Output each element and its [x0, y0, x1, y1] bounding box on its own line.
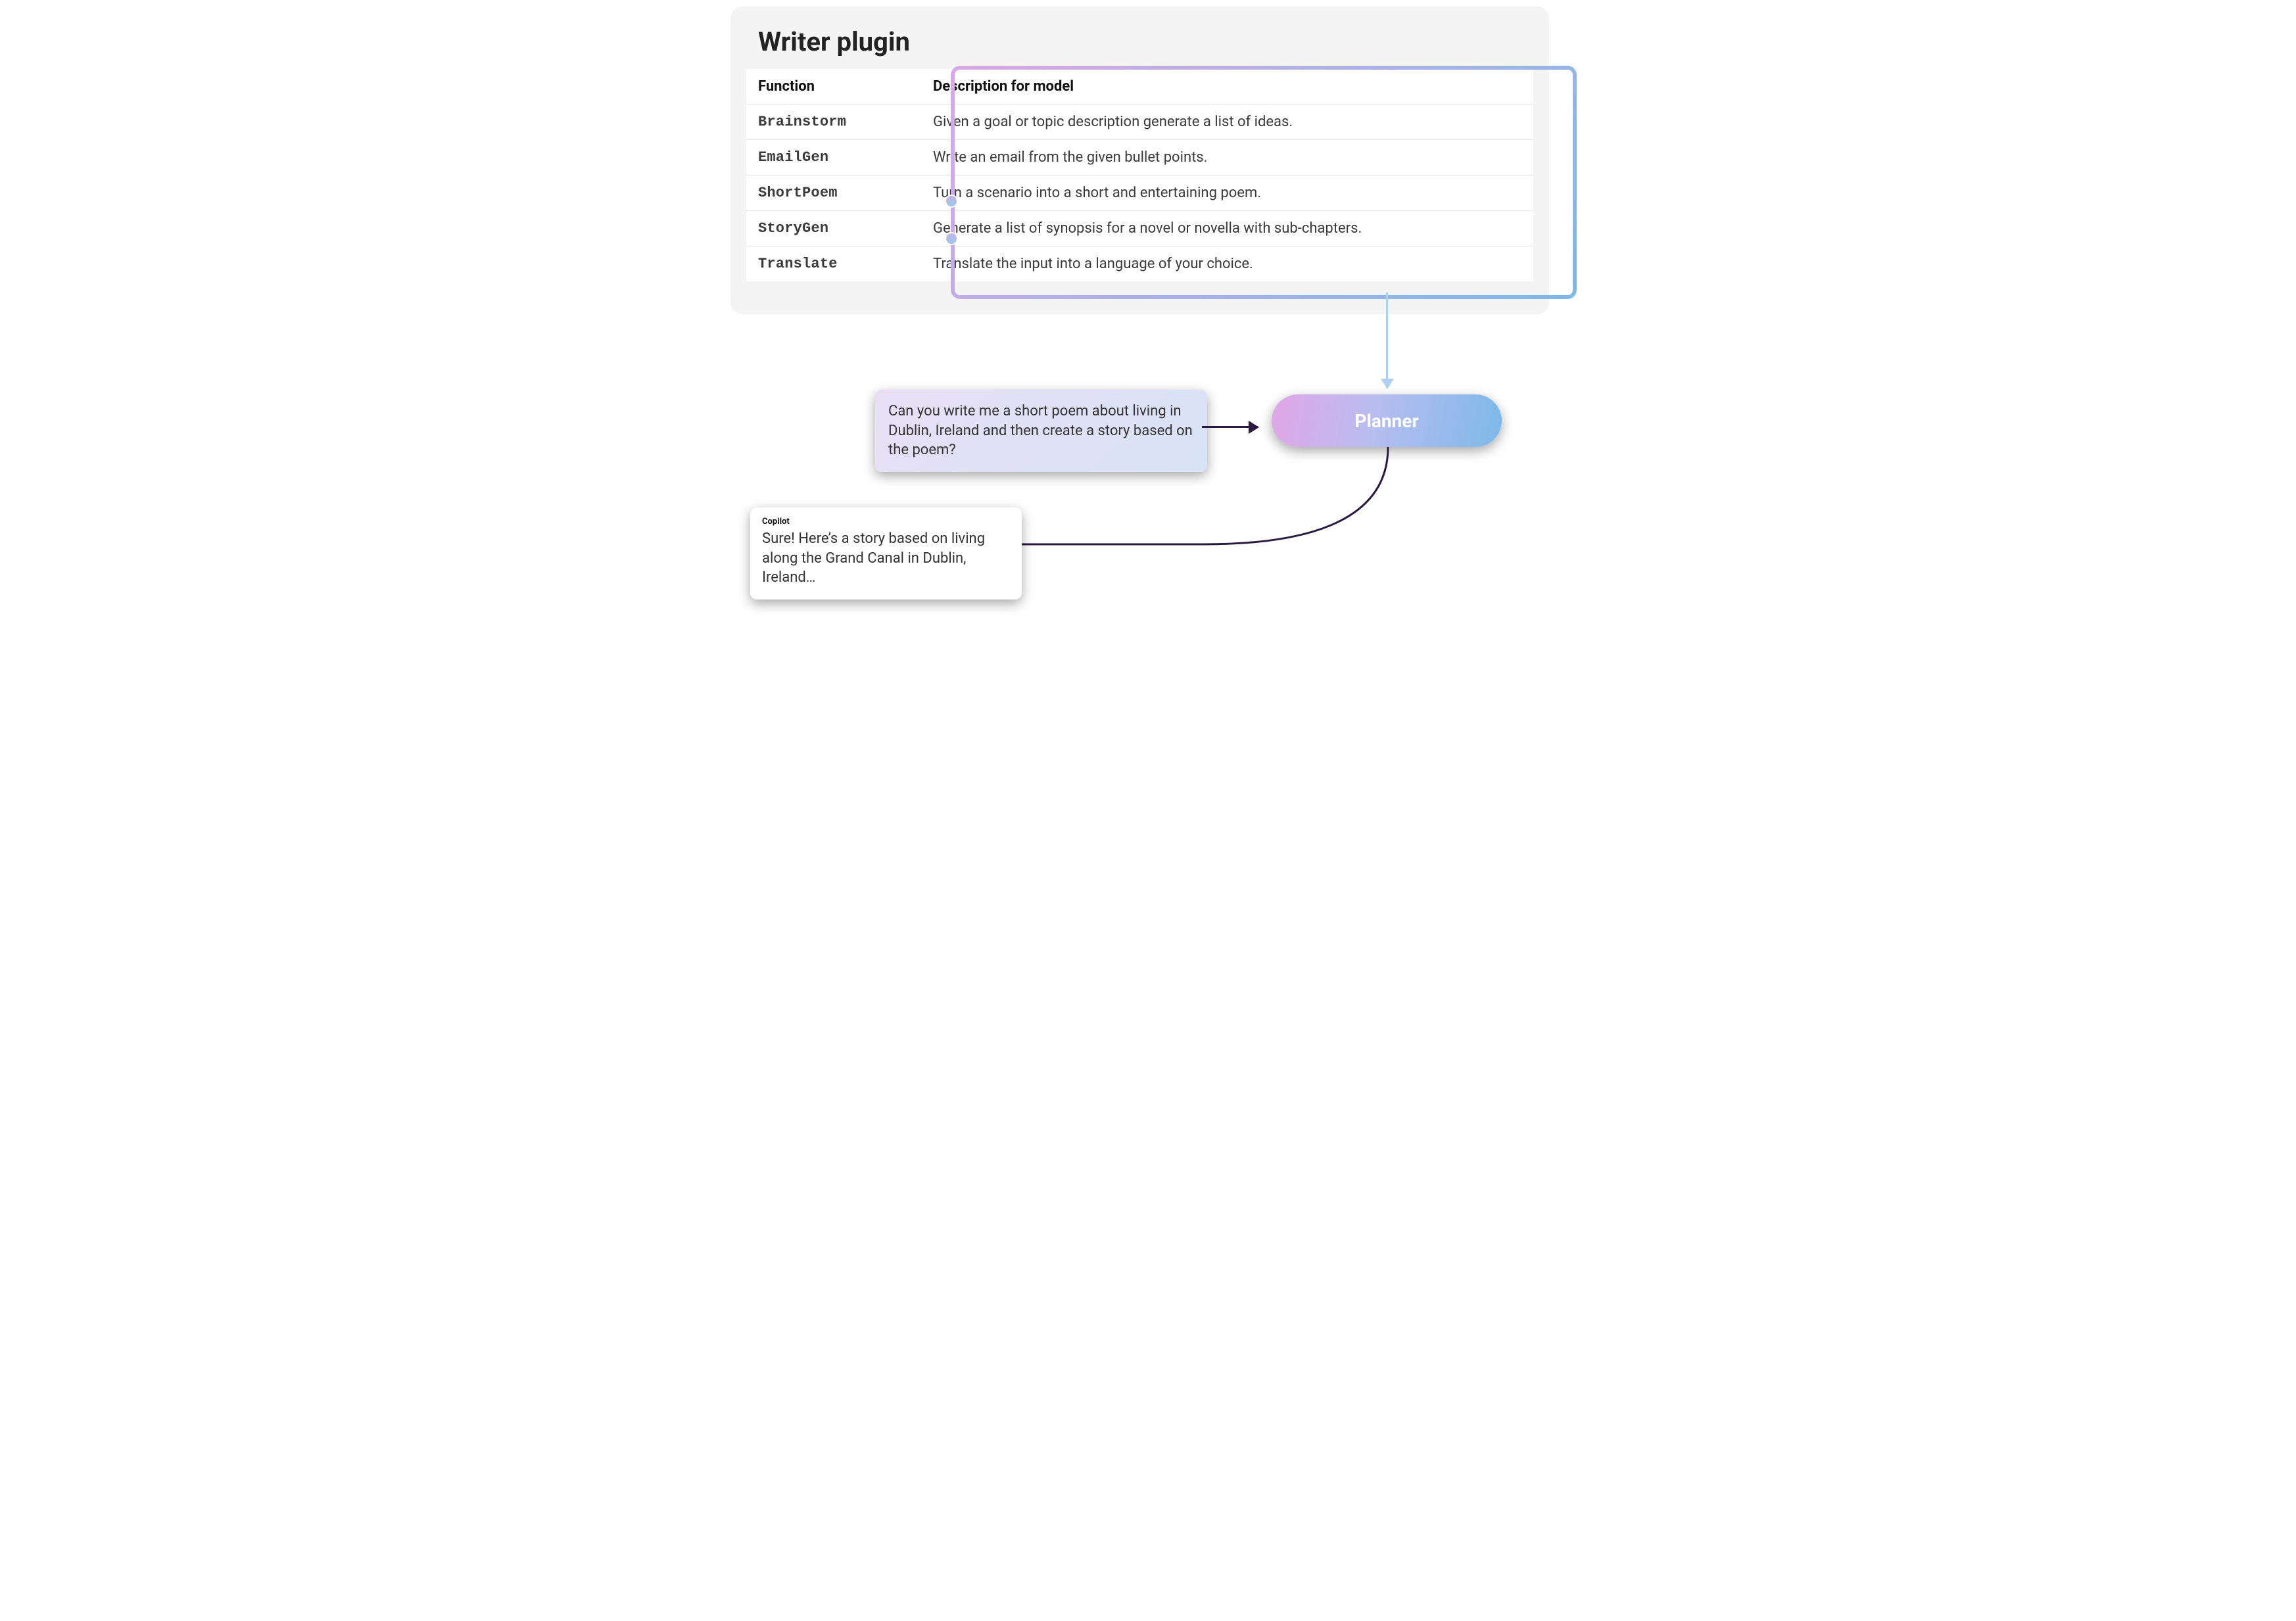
- fn-name: Brainstorm: [746, 105, 921, 140]
- fn-name: ShortPoem: [746, 176, 921, 211]
- fn-desc: Translate the input into a language of y…: [921, 247, 1533, 282]
- connector-dot-icon: [946, 196, 957, 206]
- user-prompt-text: Can you write me a short poem about livi…: [888, 403, 1193, 458]
- copilot-response-card: Copilot Sure! Here’s a story based on li…: [750, 507, 1022, 599]
- panel-title: Writer plugin: [758, 26, 1533, 57]
- user-prompt-card: Can you write me a short poem about livi…: [875, 390, 1207, 472]
- fn-desc: Turn a scenario into a short and enterta…: [921, 176, 1533, 211]
- fn-name: EmailGen: [746, 140, 921, 176]
- planner-node: Planner: [1272, 394, 1502, 447]
- writer-plugin-panel: Writer plugin Function Description for m…: [730, 7, 1549, 314]
- arrow-descriptions-to-planner-icon: [1386, 293, 1388, 388]
- fn-desc: Generate a list of synopsis for a novel …: [921, 211, 1533, 247]
- response-author: Copilot: [762, 517, 1010, 527]
- table-row: Brainstorm Given a goal or topic descrip…: [746, 105, 1533, 140]
- functions-table: Function Description for model Brainstor…: [746, 69, 1533, 281]
- arrow-prompt-to-planner-icon: [1202, 426, 1258, 428]
- fn-desc: Given a goal or topic description genera…: [921, 105, 1533, 140]
- table-header-row: Function Description for model: [746, 69, 1533, 105]
- diagram-stage: Writer plugin Function Description for m…: [694, 0, 1602, 642]
- table-row: ShortPoem Turn a scenario into a short a…: [746, 176, 1533, 211]
- table-row: EmailGen Write an email from the given b…: [746, 140, 1533, 176]
- planner-label: Planner: [1354, 410, 1418, 432]
- fn-name: Translate: [746, 247, 921, 282]
- col-header-function: Function: [746, 69, 921, 105]
- col-header-description: Description for model: [921, 69, 1533, 105]
- table-row: Translate Translate the input into a lan…: [746, 247, 1533, 282]
- response-text: Sure! Here’s a story based on living alo…: [762, 529, 1010, 588]
- connector-dot-icon: [946, 233, 957, 244]
- fn-name: StoryGen: [746, 211, 921, 247]
- table-row: StoryGen Generate a list of synopsis for…: [746, 211, 1533, 247]
- fn-desc: Write an email from the given bullet poi…: [921, 140, 1533, 176]
